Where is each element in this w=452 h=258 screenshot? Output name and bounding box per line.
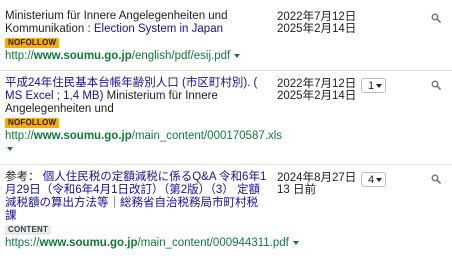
date-last: 13 日前 — [277, 184, 316, 196]
url-domain: https://www.soumu.go.jp — [5, 237, 138, 249]
date-first: 2022年7月12日 — [277, 78, 357, 90]
chevron-down-icon[interactable] — [292, 240, 299, 245]
search-button[interactable] — [431, 174, 441, 184]
date-cell: 2022年7月12日 2025年2月14日 — [277, 78, 357, 102]
url-domain: http://www.soumu.go.jp — [5, 50, 132, 62]
search-icon — [431, 174, 441, 184]
list-item: Ministerium für Innere Angelegenheiten u… — [0, 0, 452, 70]
date-first: 2024年8月27日 — [277, 172, 357, 184]
search-icon — [431, 13, 441, 23]
content-badge: CONTENT — [5, 225, 52, 235]
count-select[interactable]: 4 — [361, 172, 386, 187]
url-path: /english/pdf/esij.pdf — [131, 50, 231, 62]
list-item: 平成24年住民基本台帳年齢別人口 (市区町村別). ( MS Excel ; 1… — [0, 71, 452, 164]
chevron-down-icon[interactable] — [7, 147, 13, 151]
result-url[interactable]: https://www.soumu.go.jp/main_content/000… — [5, 237, 299, 250]
url-path: /main_content/000944311.pdf — [137, 237, 289, 249]
result-title: 参考： 個人住民税の定額減税に係るQ&A 令和6年1月29日（令和6年4月1日改… — [5, 171, 299, 250]
title-link[interactable]: 個人住民税の定額減税に係るQ&A 令和6年1月29日（令和6年4月1日改訂）（第… — [5, 171, 266, 222]
select-value: 1 — [368, 80, 375, 92]
date-last: 2025年2月14日 — [277, 23, 357, 35]
url-domain: http://www.soumu.go.jp — [5, 130, 132, 142]
result-title: Ministerium für Innere Angelegenheiten u… — [5, 10, 267, 63]
nofollow-badge: NOFOLLOW — [5, 118, 60, 128]
title-link[interactable]: Election System in Japan — [94, 23, 223, 35]
search-icon — [431, 80, 441, 90]
url-path: /main_content/000170587.xls — [131, 130, 282, 142]
result-url[interactable]: http://www.soumu.go.jp/english/pdf/esij.… — [5, 50, 267, 63]
count-select[interactable]: 1 — [361, 78, 386, 93]
chevron-down-icon — [376, 178, 382, 182]
search-button[interactable] — [431, 13, 441, 23]
chevron-down-icon[interactable] — [234, 53, 241, 58]
result-title: 平成24年住民基本台帳年齢別人口 (市区町村別). ( MS Excel ; 1… — [5, 77, 282, 151]
nofollow-badge: NOFOLLOW — [5, 38, 60, 48]
date-last: 2025年2月14日 — [277, 90, 357, 102]
date-cell: 2024年8月27日 13 日前 — [277, 172, 357, 196]
search-button[interactable] — [431, 80, 441, 90]
date-cell: 2022年7月12日 2025年2月14日 — [277, 11, 357, 35]
result-url[interactable]: http://www.soumu.go.jp/main_content/0001… — [5, 130, 282, 143]
title-text: 参考： — [5, 171, 43, 183]
select-value: 4 — [368, 174, 375, 186]
date-first: 2022年7月12日 — [277, 11, 357, 23]
chevron-down-icon — [376, 84, 382, 88]
list-item: 参考： 個人住民税の定額減税に係るQ&A 令和6年1月29日（令和6年4月1日改… — [0, 165, 452, 258]
